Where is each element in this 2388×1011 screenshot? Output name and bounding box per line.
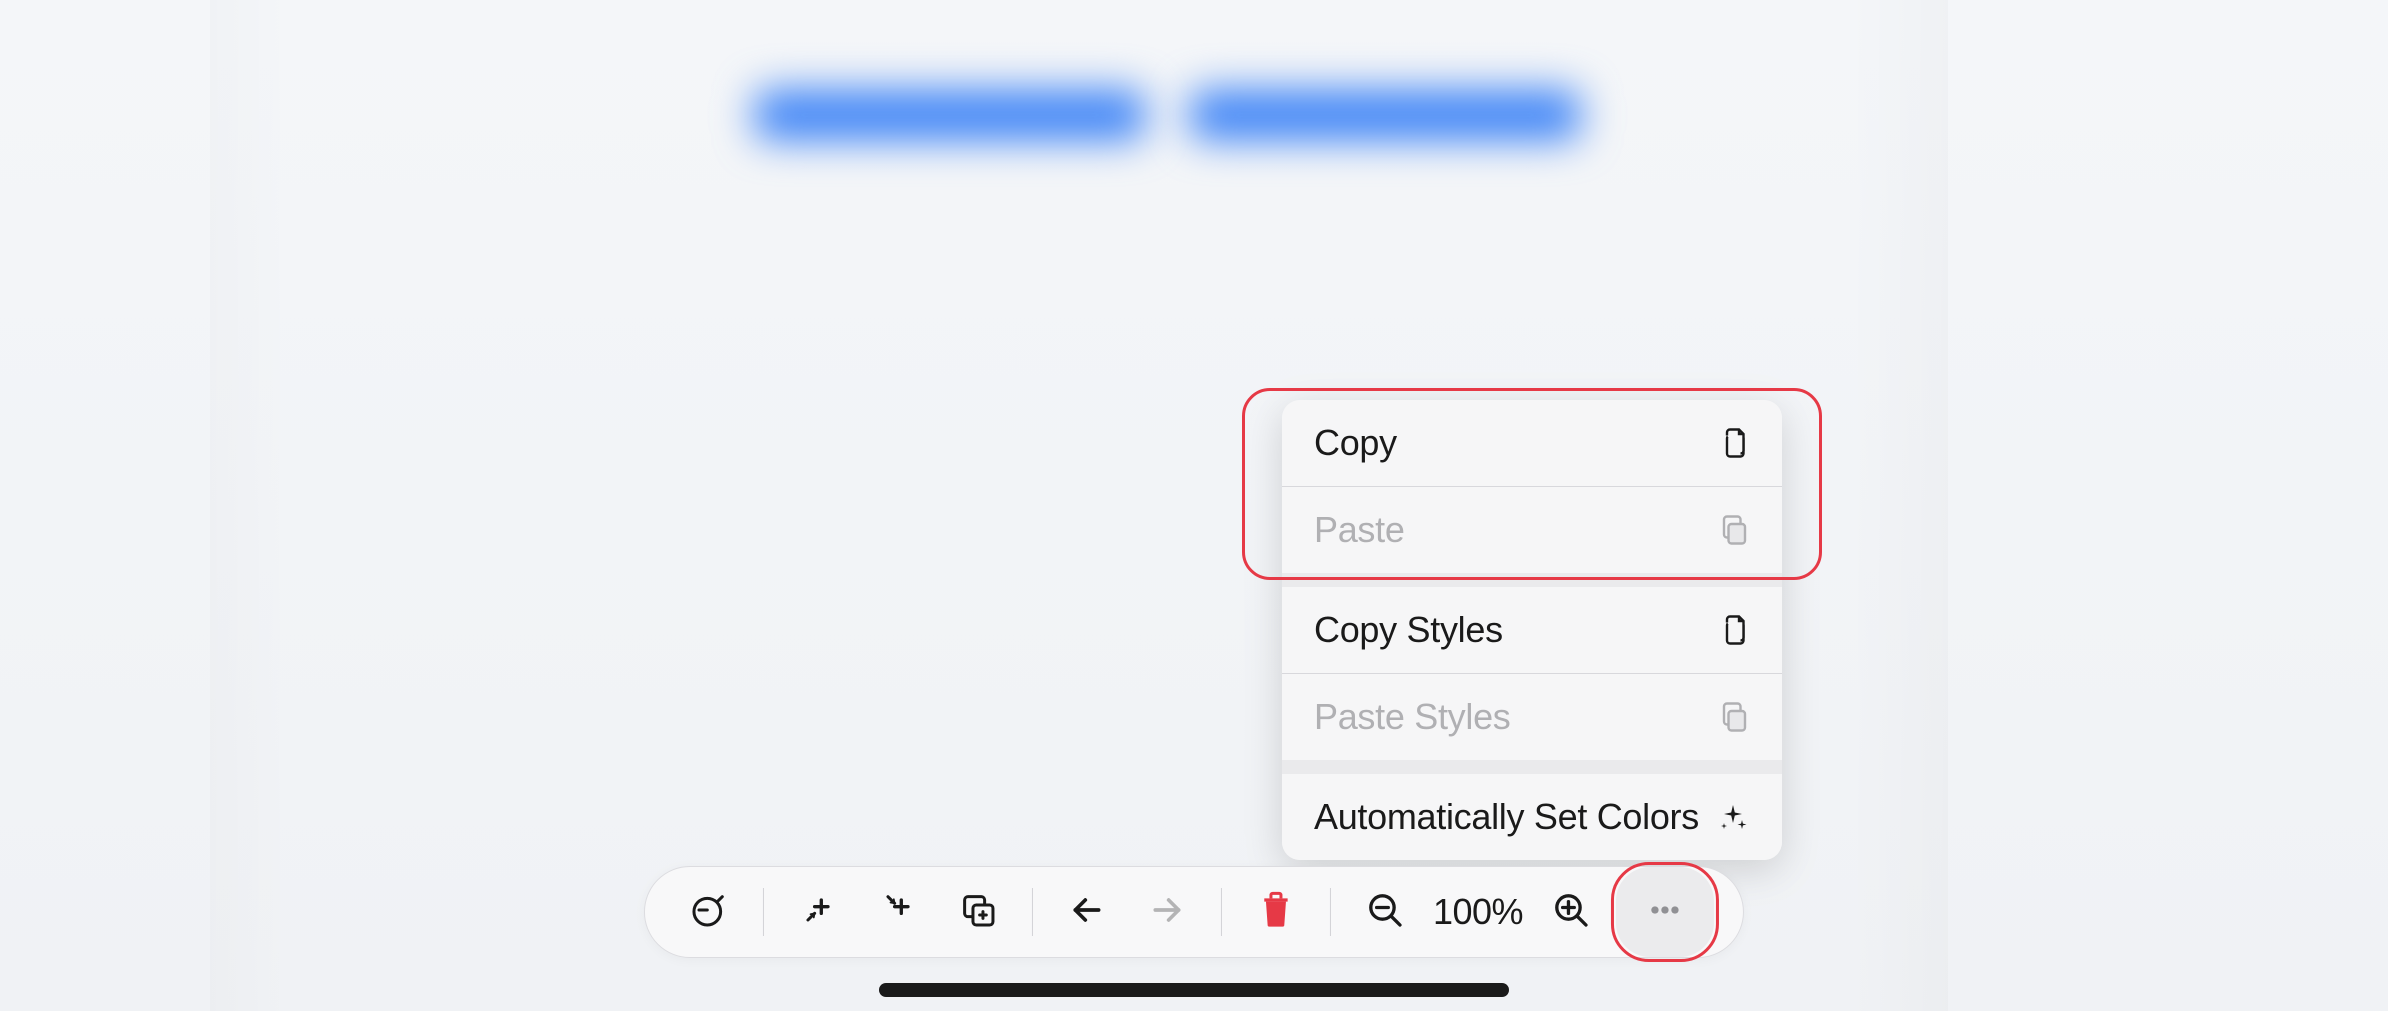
section-gap [1282,573,1782,587]
paste-menu-item: Paste [1282,487,1782,573]
add-up-button[interactable] [778,876,858,948]
delete-button[interactable] [1236,876,1316,948]
home-indicator [879,983,1509,997]
zoom-out-button[interactable] [1345,876,1425,948]
toolbar-divider [763,888,764,936]
blurred-button-1 [755,90,1145,140]
paste-styles-icon [1714,698,1752,736]
sparkle-icon [1714,798,1752,836]
paste-icon [1714,511,1752,549]
paste-label: Paste [1314,509,1405,551]
toolbar-divider [1032,888,1033,936]
zoom-out-icon [1365,890,1405,935]
arrow-right-icon [1147,890,1187,935]
add-down-button[interactable] [858,876,938,948]
redo-button [1127,876,1207,948]
copy-styles-label: Copy Styles [1314,609,1503,651]
toolbar-divider [1221,888,1222,936]
arrow-left-icon [1067,890,1107,935]
copy-label: Copy [1314,422,1397,464]
duplicate-icon [958,890,998,935]
zoom-in-button[interactable] [1531,876,1611,948]
auto-colors-menu-item[interactable]: Automatically Set Colors [1282,774,1782,860]
duplicate-button[interactable] [938,876,1018,948]
side-shadow-right [1848,0,1948,1011]
paste-styles-menu-item: Paste Styles [1282,674,1782,760]
trash-icon [1256,890,1296,935]
annotate-button[interactable] [669,876,749,948]
add-up-icon [798,890,838,935]
toolbar-divider [1330,888,1331,936]
bottom-toolbar: 100% [644,866,1744,958]
context-menu: Copy Paste Copy Styles [1282,400,1782,860]
menu-section-styles: Copy Styles Paste Styles [1282,587,1782,760]
more-button-highlight [1611,862,1719,962]
undo-button[interactable] [1047,876,1127,948]
menu-section-colors: Automatically Set Colors [1282,774,1782,860]
zoom-in-icon [1551,890,1591,935]
copy-styles-icon [1714,611,1752,649]
add-down-icon [878,890,918,935]
copy-menu-item[interactable]: Copy [1282,400,1782,486]
more-button[interactable] [1616,867,1714,957]
copy-icon [1714,424,1752,462]
section-gap [1282,760,1782,774]
annotate-icon [689,890,729,935]
menu-section-clipboard: Copy Paste [1282,400,1782,573]
side-shadow-left [210,0,290,1011]
auto-colors-label: Automatically Set Colors [1314,796,1699,838]
zoom-level[interactable]: 100% [1425,891,1531,933]
paste-styles-label: Paste Styles [1314,696,1511,738]
copy-styles-menu-item[interactable]: Copy Styles [1282,587,1782,673]
ellipsis-icon [1645,890,1685,935]
blurred-button-2 [1190,90,1580,140]
